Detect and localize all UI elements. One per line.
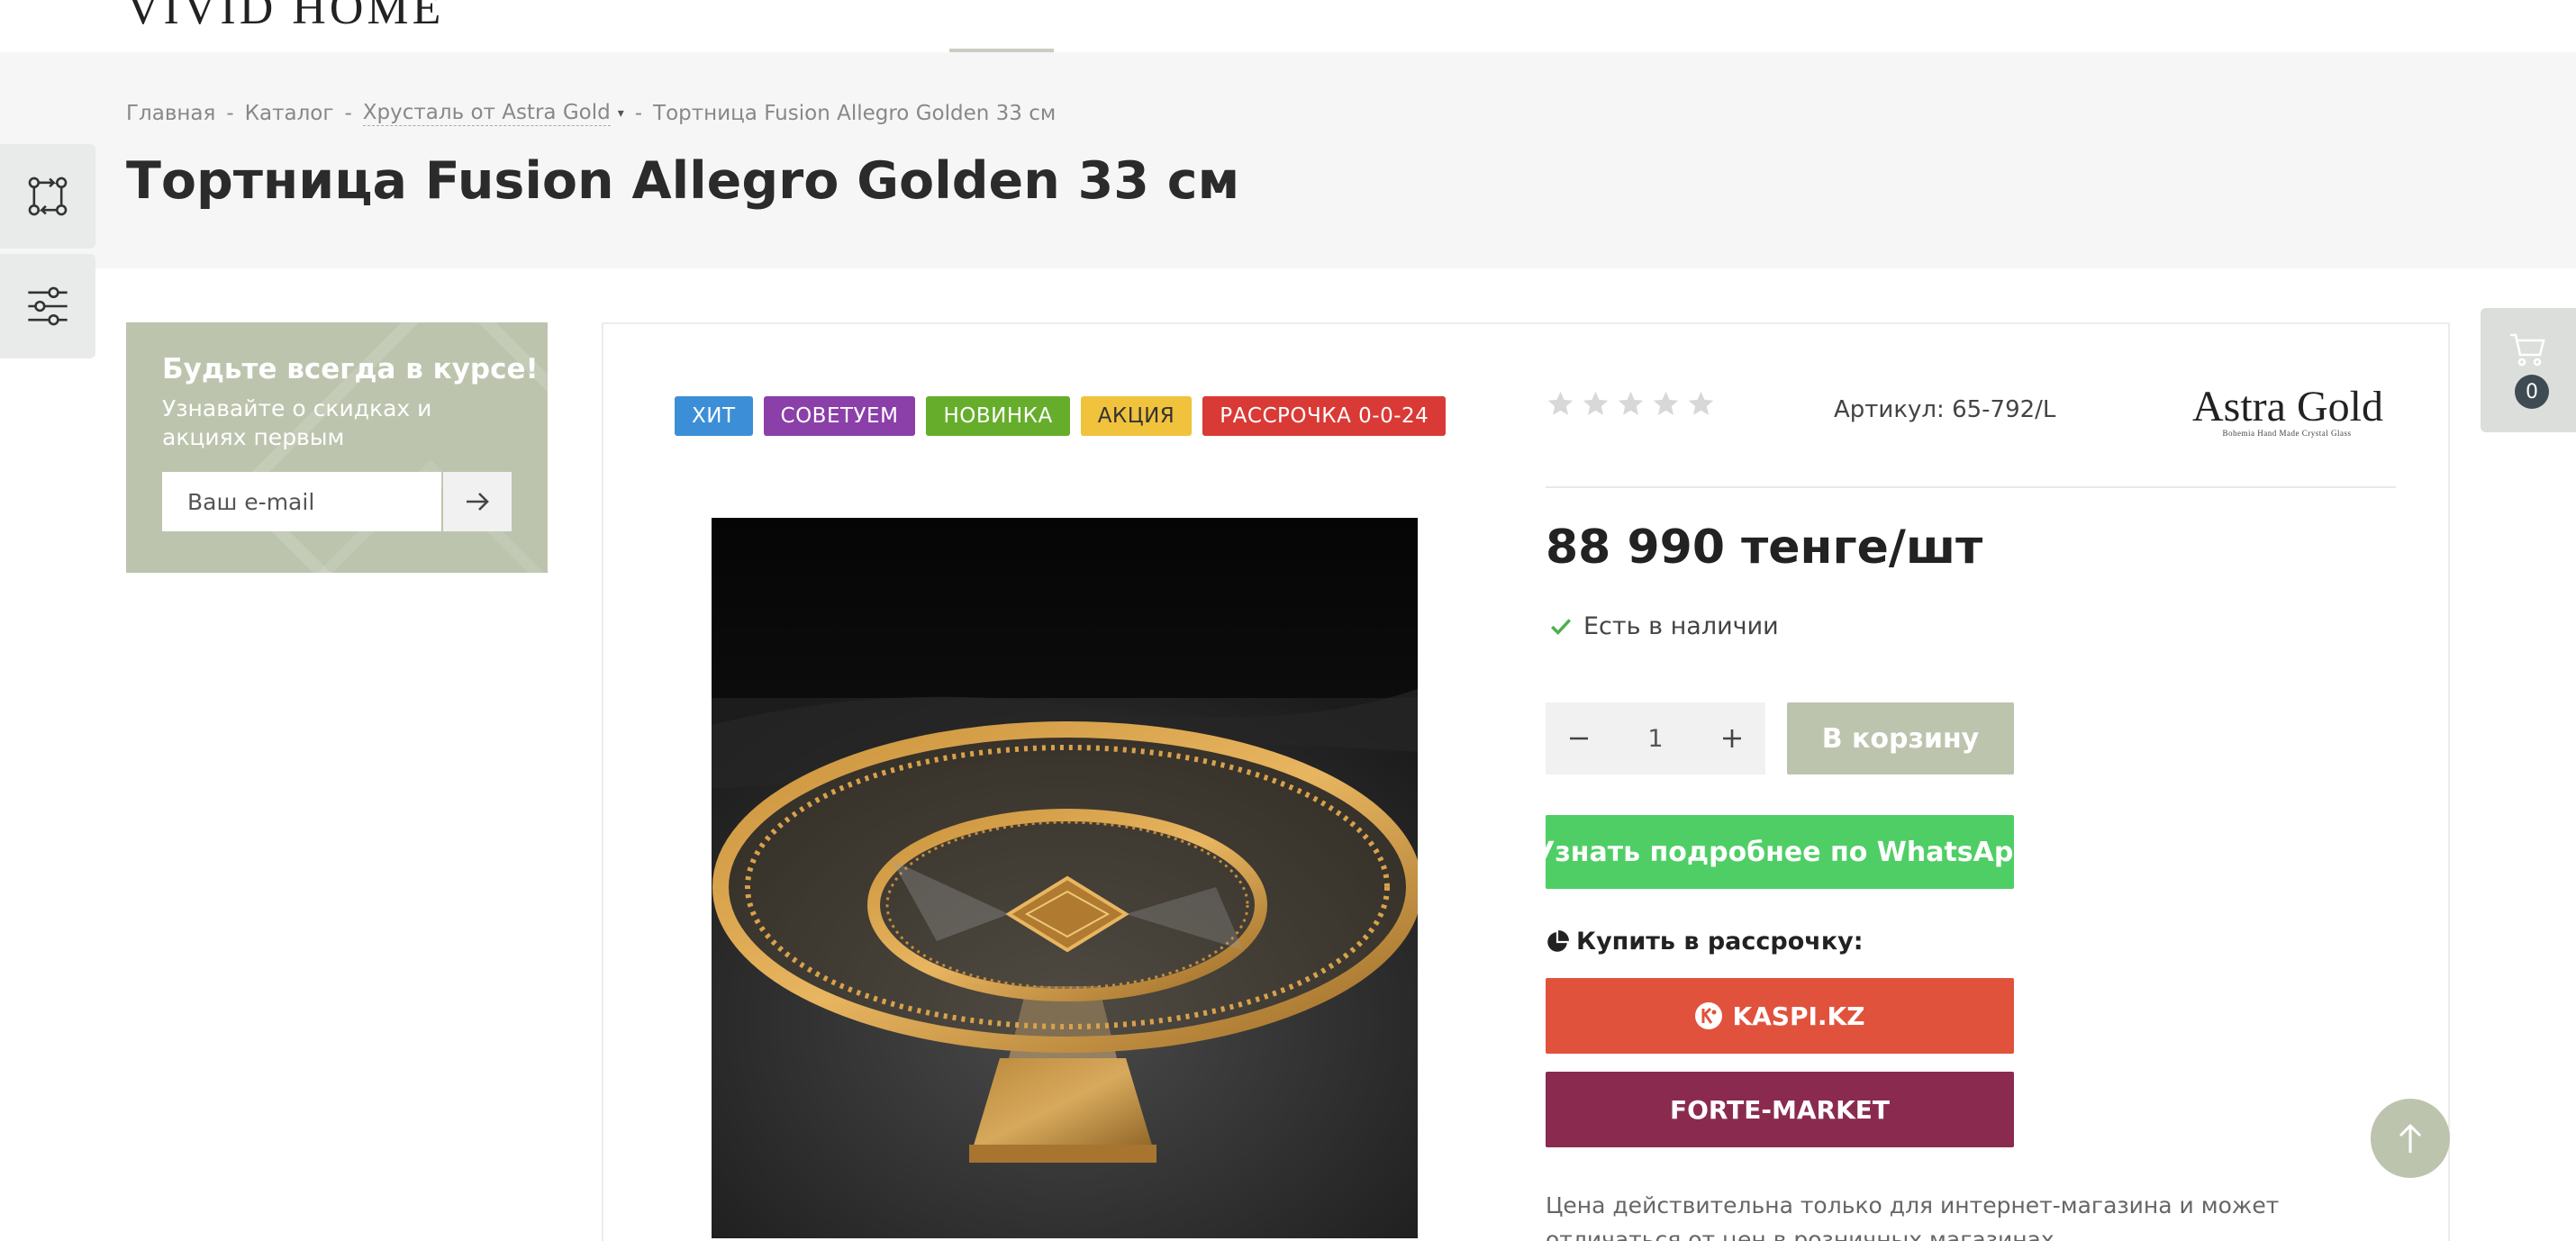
decrease-button[interactable] (1546, 702, 1612, 774)
add-to-cart-button[interactable]: В корзину (1787, 702, 2014, 774)
star-icon[interactable] (1581, 389, 1610, 419)
whatsapp-label: Узнать подробнее по WhatsApp (1534, 836, 2033, 868)
badge-sale: АКЦИЯ (1080, 396, 1193, 436)
subscribe-title: Будьте всегда в курсе! (162, 353, 539, 385)
brand-name: Astra Gold (2192, 383, 2383, 430)
star-icon[interactable] (1686, 389, 1716, 419)
minus-icon (1570, 737, 1588, 740)
divider (1546, 486, 2396, 488)
product-badges: ХИТ СОВЕТУЕМ НОВИНКА АКЦИЯ РАССРОЧКА 0-0… (675, 396, 1447, 436)
product-image[interactable] (712, 518, 1418, 1238)
breadcrumb-separator: - (344, 102, 352, 125)
whatsapp-button[interactable]: Узнать подробнее по WhatsApp (1534, 815, 2033, 889)
kaspi-label: KASPI.KZ (1732, 1001, 1865, 1031)
subscribe-text: Узнавайте о скидках и акциях первым (162, 395, 432, 450)
cake-stand-illustration (712, 689, 1418, 1238)
compare-tab[interactable] (0, 144, 95, 249)
star-icon[interactable] (1546, 389, 1575, 419)
badge-hit: ХИТ (675, 396, 753, 436)
arrow-right-icon (467, 493, 489, 511)
price-note: Цена действительна только для интернет-м… (1546, 1192, 2280, 1241)
cart-count-badge: 0 (2515, 375, 2549, 409)
breadcrumb-home[interactable]: Главная (126, 102, 215, 125)
stock-text: Есть в наличии (1583, 612, 1779, 640)
increase-button[interactable] (1699, 702, 1765, 774)
kaspi-icon (1695, 1002, 1723, 1029)
page-title: Тортница Fusion Allegro Golden 33 см (126, 151, 1240, 211)
installment-label: Купить в рассрочку: (1576, 928, 1864, 956)
filter-sliders-icon (28, 286, 68, 326)
product-price: 88 990 тенге/шт (1546, 521, 1983, 575)
forte-button[interactable]: FORTE-MARKET (1546, 1072, 2014, 1147)
pie-chart-icon (1547, 929, 1569, 952)
compare-icon (28, 177, 68, 216)
subscribe-submit-button[interactable] (443, 472, 512, 531)
breadcrumb-separator: - (634, 102, 643, 125)
quantity-value[interactable]: 1 (1619, 725, 1692, 753)
breadcrumb: Главная - Каталог - Хрусталь от Astra Go… (126, 101, 1056, 126)
email-field[interactable] (162, 472, 441, 531)
scroll-to-top-button[interactable] (2371, 1099, 2450, 1178)
subscribe-box: Будьте всегда в курсе! Узнавайте о скидк… (126, 322, 548, 573)
brand-logo[interactable]: Astra Gold Bohemia Hand Made Crystal Gla… (2192, 383, 2383, 439)
plus-icon (1723, 729, 1741, 747)
quantity-stepper: 1 (1546, 702, 1765, 774)
product-sku: Артикул: 65-792/L (1834, 396, 2056, 423)
badge-installment: РАССРОЧКА 0-0-24 (1202, 396, 1447, 436)
caret-down-icon[interactable]: ▾ (618, 106, 624, 121)
breadcrumb-separator: - (226, 102, 234, 125)
cart-icon (2510, 333, 2545, 367)
cart-widget[interactable]: 0 (2481, 308, 2576, 432)
star-icon[interactable] (1651, 389, 1681, 419)
top-header: VIVID HOME (0, 0, 2576, 52)
badge-new: НОВИНКА (926, 396, 1070, 436)
star-icon[interactable] (1616, 389, 1646, 419)
breadcrumb-category[interactable]: Хрусталь от Astra Gold (362, 101, 611, 126)
checkmark-icon (1551, 618, 1572, 635)
breadcrumb-catalog[interactable]: Каталог (245, 102, 334, 125)
installment-heading: Купить в рассрочку: (1546, 928, 1864, 956)
stock-status: Есть в наличии (1549, 612, 1779, 640)
rating-stars[interactable] (1546, 389, 1716, 419)
site-logo[interactable]: VIVID HOME (126, 0, 444, 36)
kaspi-button[interactable]: KASPI.KZ (1546, 978, 2014, 1054)
breadcrumb-current: Тортница Fusion Allegro Golden 33 см (653, 102, 1057, 125)
filter-tab[interactable] (0, 254, 95, 358)
arrow-up-icon (2399, 1123, 2422, 1153)
badge-recommended: СОВЕТУЕМ (763, 396, 916, 436)
